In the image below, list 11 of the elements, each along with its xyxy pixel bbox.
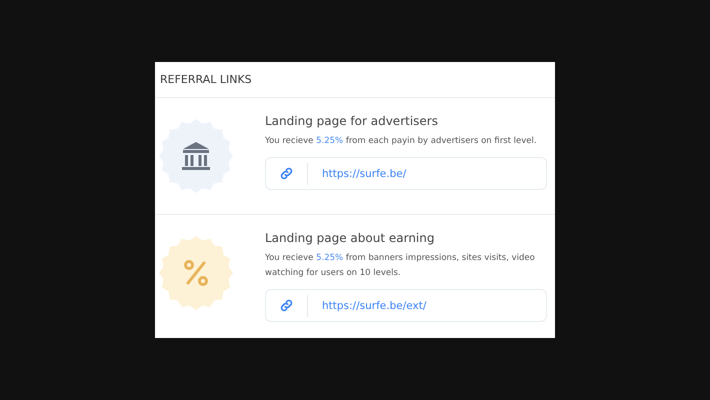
bank-icon: [182, 142, 210, 170]
percent-icon: [184, 260, 208, 286]
link-title: Landing page for advertisers: [265, 114, 439, 128]
link-field[interactable]: https://surfe.be/ext/: [265, 289, 547, 322]
link-icon[interactable]: [279, 166, 294, 181]
link-title: Landing page about earning: [265, 231, 436, 245]
link-description: You recieve 5.25% from each payin by advertisers on first level.: [265, 135, 538, 148]
panel-title: REFERRAL LINKS: [160, 73, 252, 86]
link-field[interactable]: https://surfe.be/: [265, 157, 547, 190]
link-icon[interactable]: [279, 298, 294, 313]
link-description: You recieve 5.25% from banners impressions, sites visits, video watching for users on 10 levels.: [265, 252, 536, 280]
